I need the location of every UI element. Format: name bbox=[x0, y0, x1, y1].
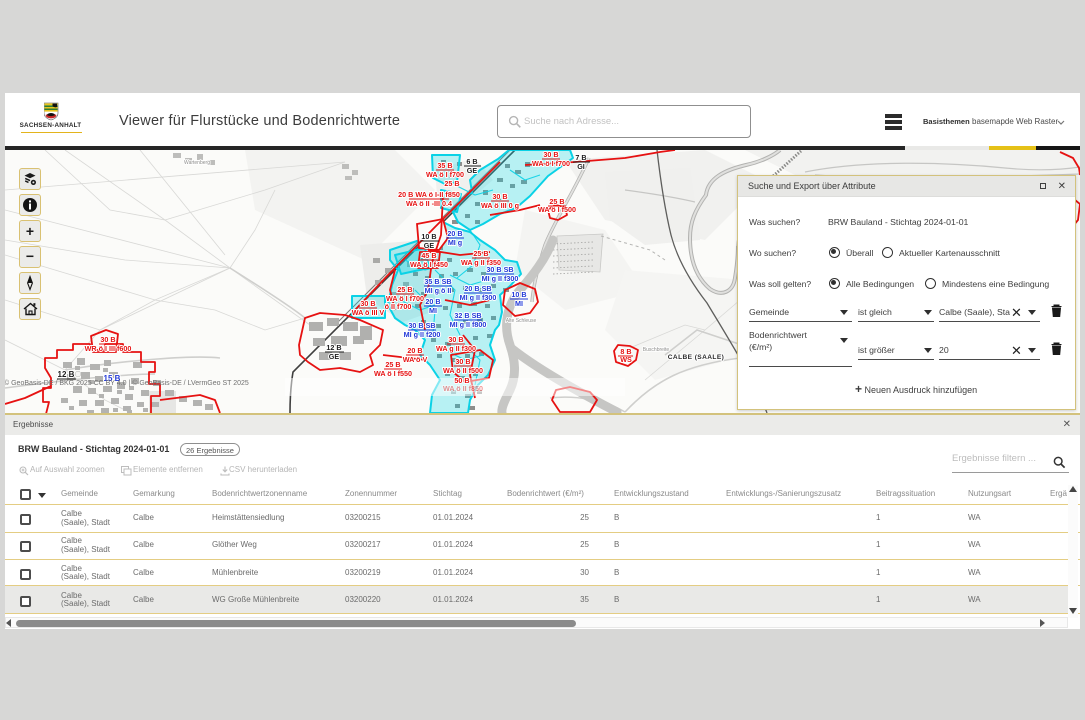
svg-text:30 B: 30 B bbox=[543, 150, 558, 159]
svg-text:WA ö I f700: WA ö I f700 bbox=[532, 159, 570, 168]
svg-text:30 B SB: 30 B SB bbox=[486, 265, 513, 274]
svg-text:32 B SB: 32 B SB bbox=[454, 311, 481, 320]
svg-text:CALBE (SAALE): CALBE (SAALE) bbox=[668, 354, 724, 361]
svg-text:30 B: 30 B bbox=[455, 357, 470, 366]
svg-text:30 B SB: 30 B SB bbox=[408, 321, 435, 330]
svg-text:WA ö I f700: WA ö I f700 bbox=[426, 170, 464, 179]
svg-text:WA ö II f850: WA ö II f850 bbox=[443, 384, 483, 393]
svg-text:35 B: 35 B bbox=[437, 161, 452, 170]
svg-text:10 B: 10 B bbox=[511, 290, 526, 299]
svg-text:MI g II f800: MI g II f800 bbox=[450, 320, 487, 329]
svg-text:12 B: 12 B bbox=[58, 370, 75, 379]
svg-text:WA ö II -III 0.4: WA ö II -III 0.4 bbox=[406, 199, 452, 208]
svg-text:MI g ö II: MI g ö II bbox=[425, 286, 452, 295]
svg-text:MI g II f300: MI g II f300 bbox=[460, 293, 497, 302]
svg-text:6 B: 6 B bbox=[466, 157, 477, 166]
svg-text:GE: GE bbox=[424, 241, 435, 250]
svg-text:GE: GE bbox=[467, 166, 478, 175]
svg-text:MI: MI bbox=[429, 306, 437, 315]
svg-text:30 B: 30 B bbox=[100, 335, 115, 344]
svg-text:GE: GE bbox=[329, 352, 340, 361]
svg-text:ö II f700: ö II f700 bbox=[385, 302, 412, 311]
svg-text:25 B: 25 B bbox=[397, 285, 412, 294]
svg-text:30 B: 30 B bbox=[448, 335, 463, 344]
svg-text:20 B: 20 B bbox=[425, 297, 440, 306]
svg-text:Alte Schleuse: Alte Schleuse bbox=[506, 318, 537, 324]
svg-text:WA ö V: WA ö V bbox=[403, 355, 428, 364]
svg-text:45 B: 45 B bbox=[421, 251, 436, 260]
svg-text:WA ö II f500: WA ö II f500 bbox=[443, 366, 483, 375]
svg-text:35 B SB: 35 B SB bbox=[424, 277, 451, 286]
svg-text:WA ö III V: WA ö III V bbox=[352, 308, 385, 317]
svg-text:MI: MI bbox=[515, 299, 523, 308]
svg-text:20 B WA ö I-II f850: 20 B WA ö I-II f850 bbox=[398, 190, 460, 199]
svg-text:20 B: 20 B bbox=[407, 346, 422, 355]
svg-text:20 B: 20 B bbox=[447, 229, 462, 238]
svg-text:30 B: 30 B bbox=[492, 192, 507, 201]
svg-text:25 B: 25 B bbox=[385, 360, 400, 369]
svg-text:7 B: 7 B bbox=[575, 153, 586, 162]
svg-text:12 B: 12 B bbox=[326, 343, 341, 352]
svg-text:MI g II f200: MI g II f200 bbox=[404, 330, 441, 339]
svg-text:10 B: 10 B bbox=[421, 232, 436, 241]
svg-text:WA ö I f550: WA ö I f550 bbox=[374, 369, 412, 378]
svg-text:20 B SB: 20 B SB bbox=[464, 284, 491, 293]
svg-text:Buschbreite: Buschbreite bbox=[643, 347, 670, 353]
svg-text:MI g: MI g bbox=[448, 238, 462, 247]
svg-text:WA g II f300: WA g II f300 bbox=[436, 344, 476, 353]
svg-text:30 B: 30 B bbox=[360, 299, 375, 308]
svg-text:GI: GI bbox=[577, 162, 585, 171]
svg-text:Wartenberg: Wartenberg bbox=[184, 160, 210, 166]
svg-text:MI g II f300: MI g II f300 bbox=[482, 274, 519, 283]
svg-text:WR ö I III f600: WR ö I III f600 bbox=[85, 344, 132, 353]
svg-text:25 B: 25 B bbox=[444, 179, 459, 188]
svg-text:25 B: 25 B bbox=[473, 249, 488, 258]
svg-text:WA ö III 0 g: WA ö III 0 g bbox=[481, 201, 519, 210]
svg-text:WA ö I f450: WA ö I f450 bbox=[410, 260, 448, 269]
